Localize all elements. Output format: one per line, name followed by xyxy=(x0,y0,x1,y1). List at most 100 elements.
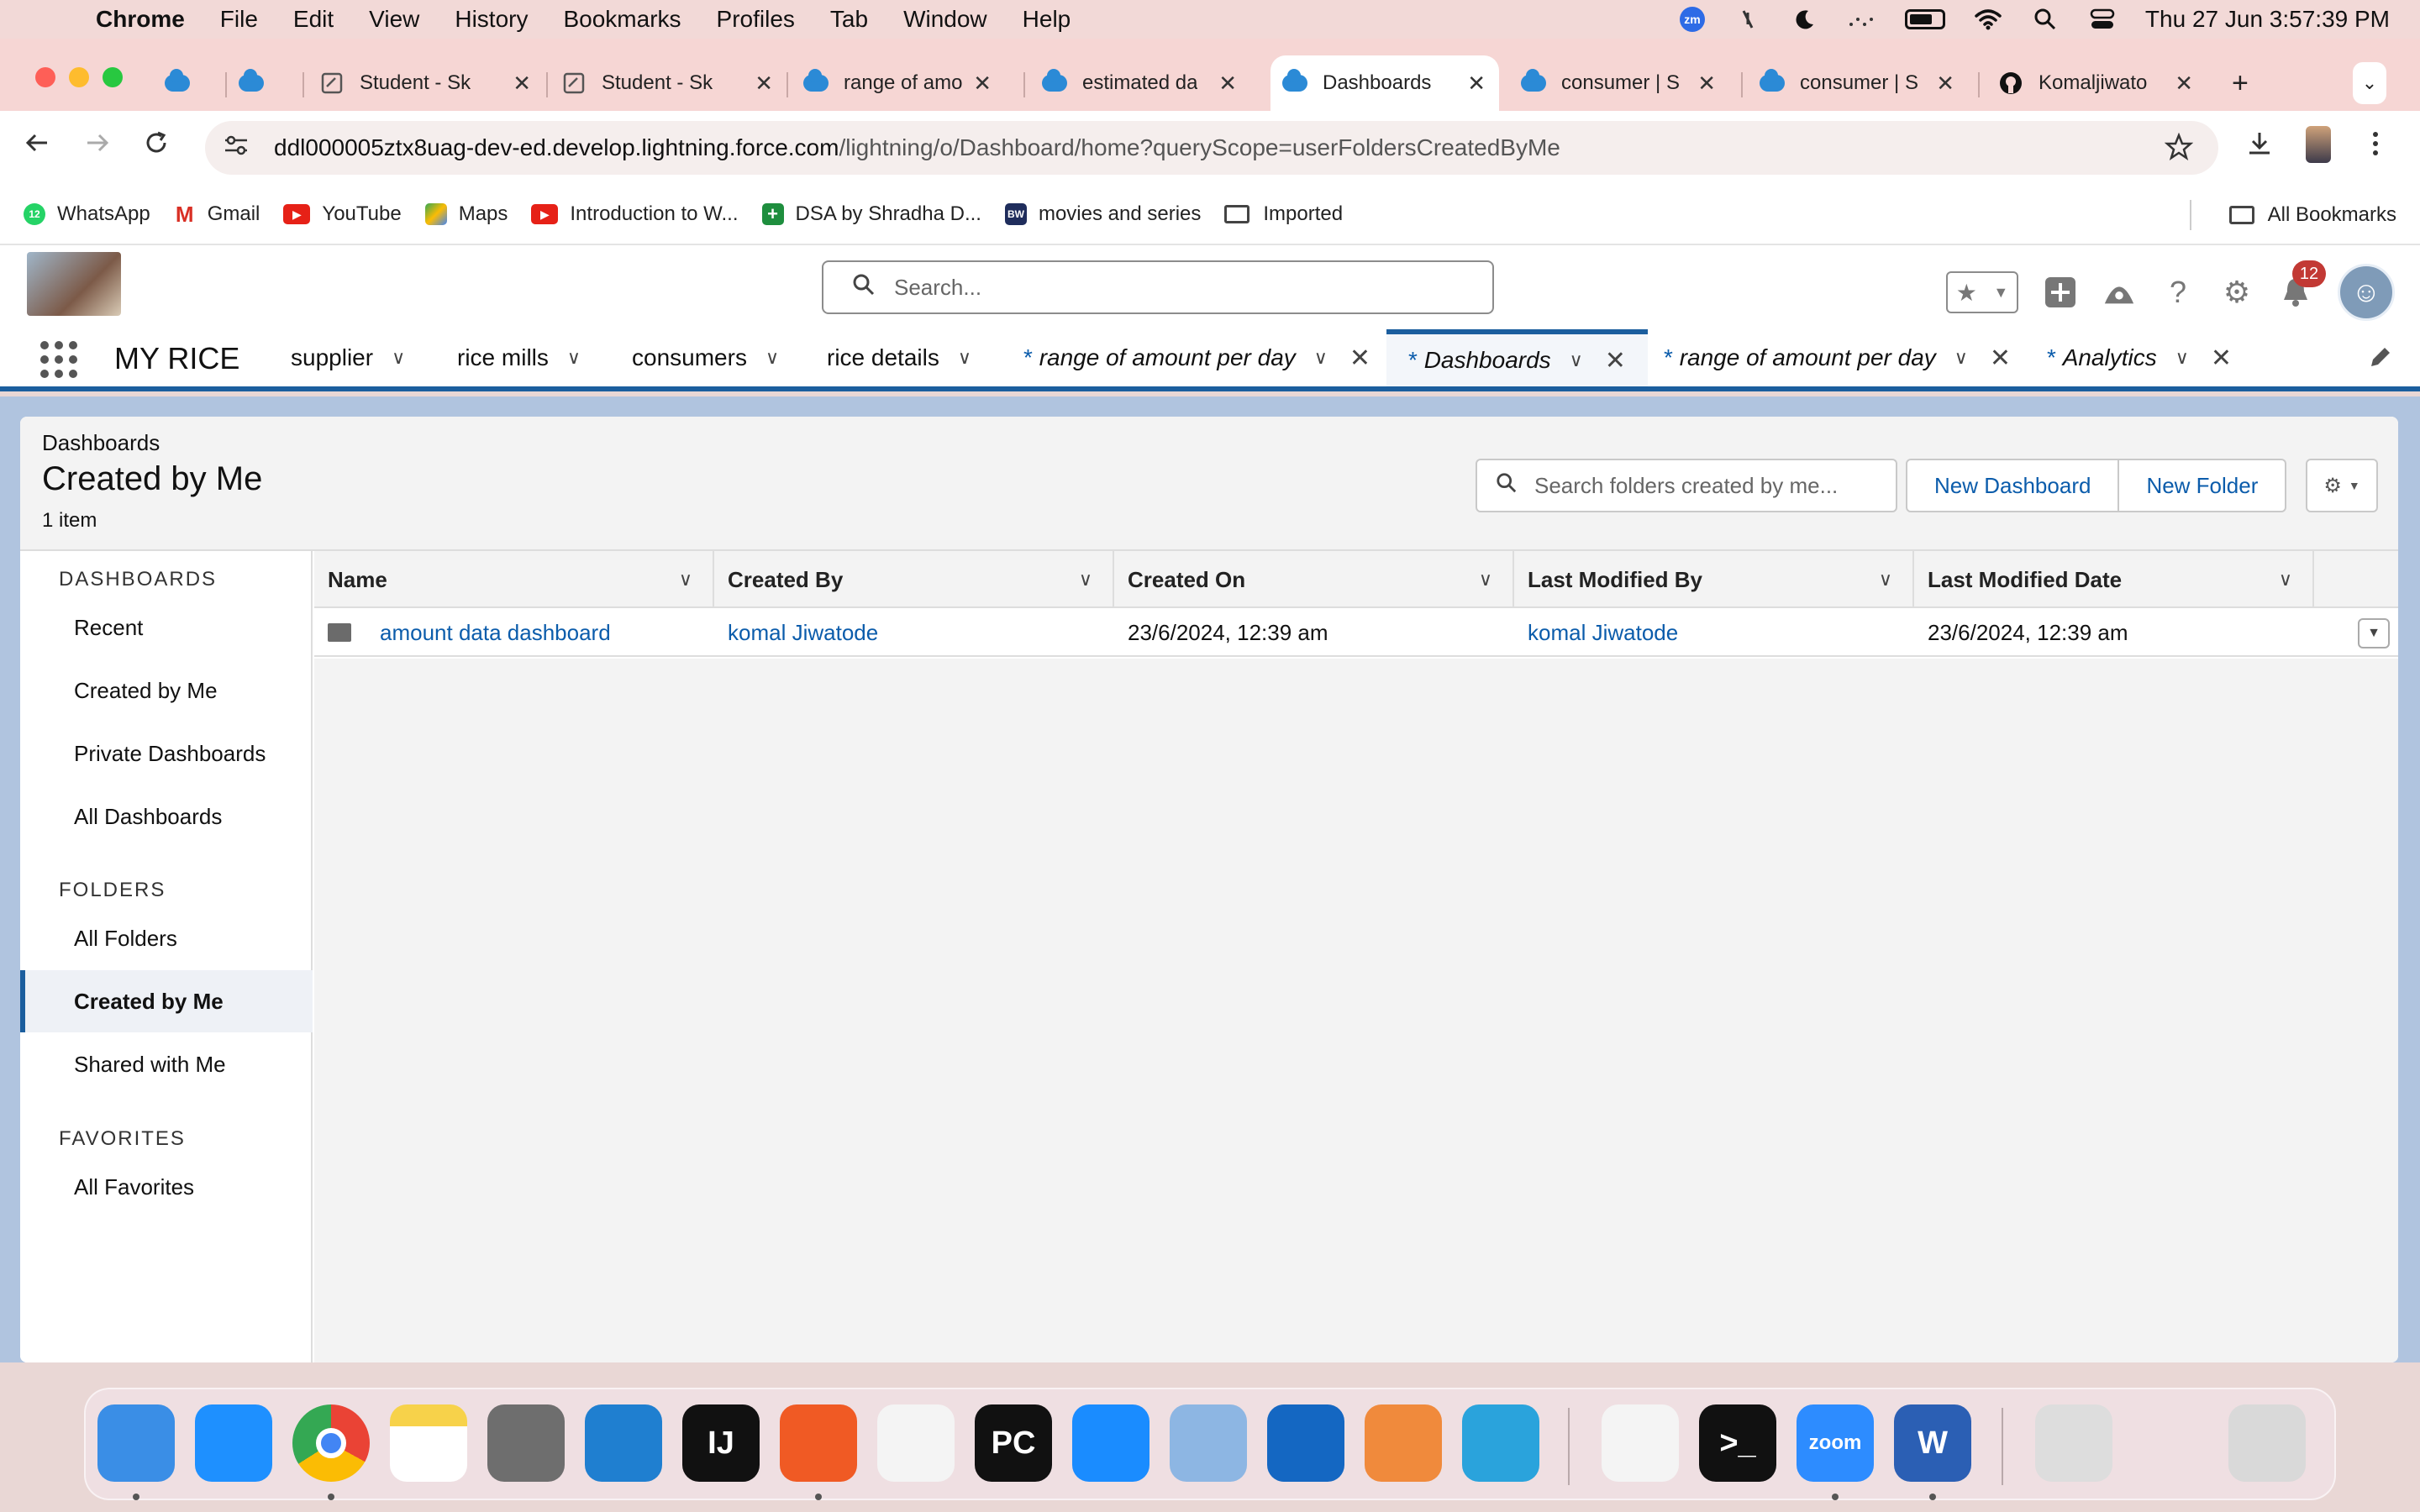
menu-tab[interactable]: Tab xyxy=(830,6,868,33)
trash-icon[interactable] xyxy=(2228,1404,2306,1482)
bookmark-whatsapp[interactable]: 12 WhatsApp xyxy=(24,202,150,226)
chevron-down-icon[interactable]: ∨ xyxy=(392,347,405,369)
menu-chrome[interactable]: Chrome xyxy=(96,6,185,33)
sidebar-item-created-by-me-dashboards[interactable]: Created by Me xyxy=(20,659,313,722)
close-icon[interactable]: ✕ xyxy=(1467,71,1486,97)
bookmark-dsa[interactable]: + DSA by Shradha D... xyxy=(761,202,981,226)
dots-status-icon[interactable] xyxy=(1848,7,1876,32)
sidebar-item-private-dashboards[interactable]: Private Dashboards xyxy=(20,722,313,785)
close-icon[interactable]: ✕ xyxy=(755,71,773,97)
setup-gear-icon[interactable]: ⚙ xyxy=(2220,275,2254,309)
menu-view[interactable]: View xyxy=(369,6,419,33)
tab-search-chevron-icon[interactable]: ⌄ xyxy=(2353,62,2386,104)
back-button[interactable] xyxy=(24,129,50,163)
nav-tab-range-of-amount-per-day-2[interactable]: * range of amount per day ∨ ✕ xyxy=(1664,329,2011,386)
sidebar-item-all-folders[interactable]: All Folders xyxy=(20,907,313,969)
row-name-cell[interactable]: amount data dashboard xyxy=(314,608,714,657)
close-icon[interactable]: ✕ xyxy=(1605,346,1626,375)
downloads-icon[interactable] xyxy=(2245,129,2274,165)
notes-icon[interactable] xyxy=(390,1404,467,1482)
all-bookmarks-button[interactable]: All Bookmarks xyxy=(2228,185,2396,245)
pycharm-icon[interactable]: PC xyxy=(975,1404,1052,1482)
wifi-icon[interactable] xyxy=(1974,7,2002,32)
browser-tab-pinned-1[interactable] xyxy=(165,55,224,111)
menu-bar-clock[interactable]: Thu 27 Jun 3:57:39 PM xyxy=(2145,6,2390,33)
bookmark-gmail[interactable]: M Gmail xyxy=(174,202,260,227)
close-icon[interactable]: ✕ xyxy=(2175,71,2193,97)
reload-button[interactable] xyxy=(143,129,170,163)
vscode-icon[interactable] xyxy=(585,1404,662,1482)
menu-profiles[interactable]: Profiles xyxy=(717,6,795,33)
textedit-icon[interactable] xyxy=(1602,1404,1679,1482)
preview-icon[interactable] xyxy=(1170,1404,1247,1482)
window-minimize-button[interactable] xyxy=(69,67,89,87)
sidebar-item-all-favorites[interactable]: All Favorites xyxy=(20,1156,313,1218)
menu-window[interactable]: Window xyxy=(903,6,987,33)
edit-nav-pencil-icon[interactable] xyxy=(2368,344,2393,376)
bookmark-maps[interactable]: Maps xyxy=(424,202,508,226)
new-folder-button[interactable]: New Folder xyxy=(2119,459,2287,512)
bookmark-star-icon[interactable] xyxy=(2164,132,2194,167)
chevron-down-icon[interactable]: ∨ xyxy=(1479,569,1492,591)
telegram-icon[interactable] xyxy=(1462,1404,1539,1482)
column-header-created-on[interactable]: Created On ∨ xyxy=(1114,551,1514,608)
close-icon[interactable]: ✕ xyxy=(1936,71,1954,97)
sidebar-item-shared-with-me[interactable]: Shared with Me xyxy=(20,1033,313,1095)
forward-button[interactable] xyxy=(84,129,111,163)
bookmark-youtube[interactable]: ▶ YouTube xyxy=(283,202,402,226)
finder-icon[interactable] xyxy=(97,1404,175,1482)
sidebar-item-recent[interactable]: Recent xyxy=(20,596,313,659)
nav-item-supplier[interactable]: supplier ∨ xyxy=(291,329,405,386)
list-settings-button[interactable]: ⚙ ▼ xyxy=(2306,459,2378,512)
browser-tab-student-2[interactable]: Student - Sk ✕ xyxy=(561,55,786,111)
column-header-created-by[interactable]: Created By ∨ xyxy=(714,551,1114,608)
nav-item-consumers[interactable]: consumers ∨ xyxy=(632,329,779,386)
nav-tab-analytics[interactable]: * Analytics ∨ ✕ xyxy=(2047,329,2232,386)
close-icon[interactable]: ✕ xyxy=(1697,71,1716,97)
chevron-down-icon[interactable]: ∨ xyxy=(1079,569,1092,591)
profile-avatar[interactable] xyxy=(2306,126,2331,163)
nav-tab-range-of-amount-per-day[interactable]: * range of amount per day ∨ ✕ xyxy=(1023,329,1370,386)
chevron-down-icon[interactable]: ∨ xyxy=(1570,349,1583,371)
row-created-by-link[interactable]: komal Jiwatode xyxy=(714,608,1114,657)
site-settings-icon[interactable] xyxy=(224,134,252,162)
menu-help[interactable]: Help xyxy=(1023,6,1071,33)
bookmark-movies[interactable]: BW movies and series xyxy=(1004,202,1201,226)
close-icon[interactable]: ✕ xyxy=(973,71,992,97)
row-name-link[interactable]: amount data dashboard xyxy=(380,620,611,646)
menu-edit[interactable]: Edit xyxy=(293,6,334,33)
global-search-input[interactable]: Search... xyxy=(822,260,1494,314)
menu-file[interactable]: File xyxy=(220,6,258,33)
close-icon[interactable]: ✕ xyxy=(2211,344,2232,373)
global-actions-icon[interactable] xyxy=(2044,276,2077,309)
brave-icon[interactable] xyxy=(780,1404,857,1482)
window-close-button[interactable] xyxy=(35,67,55,87)
chevron-down-icon[interactable]: ∨ xyxy=(567,347,581,369)
bookmark-imported[interactable]: Imported xyxy=(1224,202,1343,226)
user-avatar[interactable]: ☺ xyxy=(2338,264,2395,321)
word-icon[interactable]: W xyxy=(1894,1404,1971,1482)
column-header-last-modified-by[interactable]: Last Modified By ∨ xyxy=(1514,551,1914,608)
nav-item-rice-mills[interactable]: rice mills ∨ xyxy=(457,329,581,386)
browser-tab-github[interactable]: Komaljiwato ✕ xyxy=(1998,55,2207,111)
chevron-down-icon[interactable]: ∨ xyxy=(1954,347,1968,369)
spotlight-search-icon[interactable] xyxy=(2031,7,2060,32)
control-center-icon[interactable] xyxy=(2088,7,2117,32)
row-actions-chevron-icon[interactable]: ▼ xyxy=(2358,618,2390,648)
column-header-last-modified-date[interactable]: Last Modified Date ∨ xyxy=(1914,551,2314,608)
battery-icon[interactable] xyxy=(1904,9,1945,29)
nav-item-rice-details[interactable]: rice details ∨ xyxy=(827,329,971,386)
browser-tab-range-of-amount[interactable]: range of amo ✕ xyxy=(803,55,1005,111)
menu-history[interactable]: History xyxy=(455,6,528,33)
safari-icon[interactable] xyxy=(195,1404,272,1482)
chevron-down-icon[interactable]: ∨ xyxy=(679,569,692,591)
chevron-down-icon[interactable]: ∨ xyxy=(2175,347,2189,369)
instruments-icon[interactable] xyxy=(877,1404,955,1482)
bookmark-introduction[interactable]: ▶ Introduction to W... xyxy=(531,202,739,226)
favorites-button[interactable]: ★ ▼ xyxy=(1946,271,2018,313)
folder-search-input[interactable]: Search folders created by me... xyxy=(1476,459,1897,512)
nav-tab-dashboards[interactable]: * Dashboards ∨ ✕ xyxy=(1386,329,1648,386)
trailhead-guidance-icon[interactable] xyxy=(2102,276,2136,309)
close-icon[interactable]: ✕ xyxy=(513,71,531,97)
row-last-modified-by-link[interactable]: komal Jiwatode xyxy=(1514,608,1914,657)
